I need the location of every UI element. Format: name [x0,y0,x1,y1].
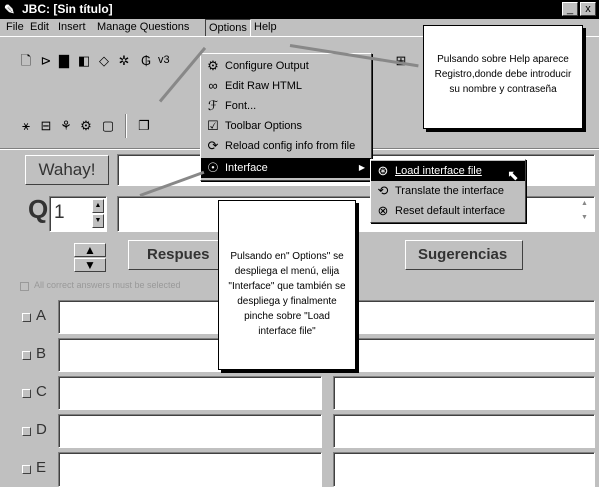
option-row-d: D [0,414,599,450]
option-checkbox-e[interactable] [22,465,31,474]
load-icon: ⊛ [377,163,389,178]
checkbox-icon: ☑ [207,118,219,133]
feedback-field-e[interactable] [333,452,595,487]
option-row-e: E [0,452,599,487]
export-icon[interactable]: ₲ [138,53,154,69]
menu-manage-questions[interactable]: Manage Questions [97,21,189,33]
spin-up-icon[interactable]: ▲ [92,199,104,213]
question-scroll-down-icon[interactable]: ▼ [581,214,591,224]
option-checkbox-c[interactable] [22,389,31,398]
option-checkbox-a[interactable] [22,313,31,322]
interface-icon: ☉ [207,160,219,175]
menu-item-load-interface-file[interactable]: ⊛ Load interface file ⬉ [371,161,525,183]
all-correct-label: All correct answers must be selected [34,280,181,290]
menu-file[interactable]: File [6,21,24,33]
move-down-button[interactable]: ▼ [74,258,106,272]
menu-insert[interactable]: Insert [58,21,86,33]
html-icon[interactable]: ◇ [96,53,112,69]
new-icon[interactable]: 🗋 [18,53,34,69]
wahay-button[interactable]: Wahay! [25,155,109,185]
feedback-field-b[interactable] [333,338,595,372]
reload-icon: ⟳ [207,138,219,153]
font-icon[interactable]: ⚘ [58,118,74,134]
image-icon[interactable]: ▢ [100,118,116,134]
close-button[interactable]: x [580,2,596,16]
question-scroll-up-icon[interactable]: ▲ [581,200,591,210]
sugerencias-label: Sugerencias [418,246,508,263]
save-as-icon[interactable]: ◧ [76,53,92,69]
window-title: JBC: [Sin título] [22,2,113,16]
menu-item-configure-output[interactable]: ⚙ Configure Output [201,56,371,76]
menu-item-reload-config[interactable]: ⟳ Reload config info from file [201,136,371,156]
configure-icon: ⚙ [207,58,219,73]
menu-item-toolbar-options[interactable]: ☑ Toolbar Options [201,116,371,136]
options-menu: ⚙ Configure Output ∞ Edit Raw HTML ℱ Fon… [200,53,372,181]
menu-item-font[interactable]: ℱ Font... [201,96,371,116]
reset-icon: ⊗ [377,203,389,218]
tools-icon[interactable]: ⚙ [78,118,94,134]
option-checkbox-b[interactable] [22,351,31,360]
question-number: 1 [54,202,65,223]
font-icon: ℱ [207,98,219,113]
title-bar: ✎ JBC: [Sin título] [0,0,599,19]
menu-item-edit-raw-html[interactable]: ∞ Edit Raw HTML [201,76,371,96]
menu-item-translate-interface[interactable]: ⟲ Translate the interface [371,181,525,201]
option-row-c: C [0,376,599,412]
answer-field-c[interactable] [58,376,322,410]
feedback-field-c[interactable] [333,376,595,410]
web-icon[interactable]: ⊟ [38,118,54,134]
option-letter-d: D [36,421,47,438]
q-label: Q [28,194,49,224]
book-icon[interactable]: ❐ [136,118,152,134]
respuestas-label: Respues [147,246,210,263]
option-letter-b: B [36,345,47,362]
all-correct-checkbox[interactable] [20,282,29,291]
feedback-field-a[interactable] [333,300,595,334]
option-letter-e: E [36,459,47,476]
config-icon[interactable]: ⚹ [18,118,34,134]
option-letter-c: C [36,383,47,400]
option-checkbox-d[interactable] [22,427,31,436]
app-icon: ✎ [4,2,15,17]
minimize-button[interactable]: _ [562,2,578,16]
menu-edit[interactable]: Edit [30,21,49,33]
menu-item-reset-interface[interactable]: ⊗ Reset default interface [371,201,525,221]
toolbar-separator [125,114,127,138]
translate-icon: ⟲ [377,183,389,198]
menu-help[interactable]: Help [254,21,277,33]
menu-options[interactable]: Options [205,19,251,37]
open-icon[interactable]: ⊳ [38,53,54,69]
interface-submenu: ⊛ Load interface file ⬉ ⟲ Translate the … [370,159,526,223]
save-icon[interactable]: ▇ [56,53,72,69]
version-label: v3 [158,54,170,66]
submenu-arrow-icon: ▶ [358,163,365,172]
feedback-field-d[interactable] [333,414,595,448]
options-callout: Pulsando en" Options" se despliega el me… [218,200,356,370]
options-callout-text: Pulsando en" Options" se despliega el me… [228,251,346,337]
sugerencias-button[interactable]: Sugerencias [405,240,523,270]
answer-field-d[interactable] [58,414,322,448]
move-up-button[interactable]: ▲ [74,243,106,257]
menu-item-interface[interactable]: ☉ Interface ▶ [201,158,371,178]
help-callout-text: Pulsando sobre Help aparece Registro,don… [434,54,572,95]
answer-field-e[interactable] [58,452,322,487]
spin-down-icon[interactable]: ▼ [92,214,104,228]
respuestas-button[interactable]: Respues [128,240,224,270]
help-callout: Pulsando sobre Help aparece Registro,don… [423,25,583,129]
glasses-icon: ∞ [208,78,218,93]
option-letter-a: A [36,307,47,324]
question-number-input[interactable]: 1 ▲ ▼ [49,196,107,232]
settings-icon[interactable]: ✲ [116,53,132,69]
